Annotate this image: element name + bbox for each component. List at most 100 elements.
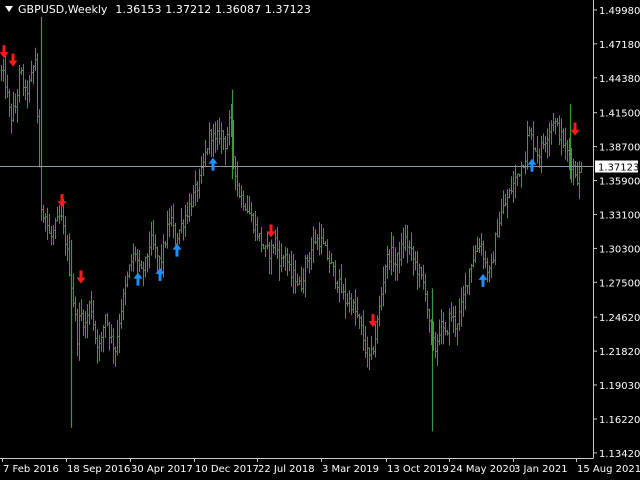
ohlc-bar	[214, 121, 217, 153]
ohlc-bar	[12, 91, 15, 123]
ohlc-bar	[110, 324, 113, 344]
ohlc-bar	[486, 257, 489, 283]
current-price-tag: 1.37123	[595, 160, 639, 174]
ohlc-bar	[34, 47, 37, 71]
ohlc-bar	[14, 93, 17, 114]
ohlc-bar	[156, 246, 159, 272]
ohlc-bar	[498, 211, 501, 238]
ohlc-bar	[526, 121, 529, 170]
ohlc-bar	[386, 246, 389, 279]
ohlc-bar	[462, 285, 465, 317]
ohlc-bar	[442, 312, 445, 345]
ohlc-bar	[58, 205, 61, 224]
ohlc-bar	[74, 296, 77, 322]
ohlc-bar	[194, 170, 197, 206]
price-axis-labels: 1.49980 1.47180 1.44380 1.41500 1.38700 1.359…	[593, 6, 640, 460]
ohlc-bar	[140, 260, 143, 269]
time-tick-label: 15 Aug 2021	[577, 464, 640, 475]
ohlc-bar	[372, 346, 375, 355]
price-tick-label: 1.24620	[599, 313, 640, 324]
chart-window[interactable]: 1.49980 1.47180 1.44380 1.41500 1.38700 1.359…	[0, 0, 640, 480]
ohlc-bar	[500, 198, 503, 227]
ohlc-bar	[106, 313, 109, 327]
ohlc-bar	[438, 319, 441, 346]
ohlc-bar	[72, 273, 75, 308]
ohlc-bar	[268, 241, 271, 275]
ohlc-bar	[460, 287, 463, 327]
ohlc-bar	[478, 238, 481, 254]
ohlc-bar	[16, 89, 19, 123]
ohlc-bar	[404, 224, 407, 252]
price-tick-label: 1.47180	[599, 40, 640, 51]
ohlc-bar	[64, 216, 67, 256]
chart-menu-triangle-icon[interactable]	[5, 6, 13, 12]
ohlc-bar	[458, 298, 461, 331]
ohlc-bar	[492, 251, 495, 264]
ohlc-bar	[240, 185, 243, 208]
price-chart[interactable]: 1.49980 1.47180 1.44380 1.41500 1.38700 1.359…	[0, 0, 640, 480]
ohlc-bar	[496, 218, 499, 238]
ohlc-bar	[172, 203, 175, 239]
ohlc-bar	[132, 243, 135, 272]
ohlc-bar	[2, 58, 5, 82]
ohlc-bar	[212, 123, 215, 158]
ohlc-bar	[264, 244, 267, 258]
ohlc-bar	[530, 127, 533, 140]
ohlc-bar	[580, 161, 583, 174]
ohlc-bar	[408, 240, 411, 256]
ohlc-bar	[18, 65, 21, 103]
ohlc-bar	[158, 255, 161, 270]
ohlc-bar	[50, 225, 53, 246]
ohlc-bar	[312, 226, 315, 263]
ohlc-bar	[286, 247, 289, 276]
ohlc-bar	[164, 240, 167, 249]
sell-arrow-icon	[57, 194, 67, 208]
ohlc-bar	[488, 265, 491, 283]
ohlc-bar	[166, 210, 169, 249]
ohlc-bar	[8, 88, 11, 118]
ohlc-bar	[304, 254, 307, 298]
ohlc-bar	[68, 233, 71, 277]
ohlc-bar	[254, 211, 257, 242]
ohlc-bar	[244, 203, 247, 212]
ohlc-bar	[234, 156, 237, 191]
ohlc-bar	[82, 309, 85, 337]
ohlc-bar	[120, 298, 123, 329]
ohlc-bar	[364, 325, 367, 358]
ohlc-bar	[412, 245, 415, 276]
ohlc-bar	[228, 109, 231, 146]
price-tick-label: 1.21820	[599, 347, 640, 358]
ohlc-bar	[452, 306, 455, 333]
ohlc-bar	[242, 190, 245, 211]
ohlc-bar	[262, 243, 265, 249]
ohlc-bar	[136, 248, 139, 277]
ohlc-bar	[98, 334, 101, 362]
ohlc-bar	[272, 243, 275, 254]
ohlc-bar	[122, 288, 125, 321]
ohlc-bar	[250, 201, 253, 223]
ohlc-bar	[344, 278, 347, 319]
time-tick-label: 18 Sep 2016	[67, 464, 130, 475]
ohlc-bar	[556, 117, 559, 127]
ohlc-bar	[6, 74, 9, 98]
ohlc-bar	[126, 271, 129, 288]
ohlc-bar	[134, 246, 137, 262]
ohlc-bar	[540, 135, 543, 174]
ohlc-bar	[20, 67, 23, 75]
ohlc-bar	[510, 176, 513, 195]
ohlc-bar	[464, 272, 467, 310]
ohlc-bar	[118, 313, 121, 354]
ohlc-bar	[360, 315, 363, 336]
ohlc-bar	[352, 298, 355, 313]
ohlc-bar	[308, 252, 311, 274]
ohlc-bar	[124, 276, 127, 306]
sell-arrow-icon	[76, 270, 86, 284]
buy-arrow-icon	[208, 157, 218, 171]
ohlc-bar	[202, 153, 205, 177]
ohlc-bar	[96, 329, 99, 364]
ohlc-bar	[152, 220, 155, 250]
ohlc-bar	[104, 314, 107, 338]
ohlc-bar	[26, 80, 29, 109]
ohlc-bar	[130, 253, 133, 272]
ohlc-bar	[370, 336, 373, 361]
